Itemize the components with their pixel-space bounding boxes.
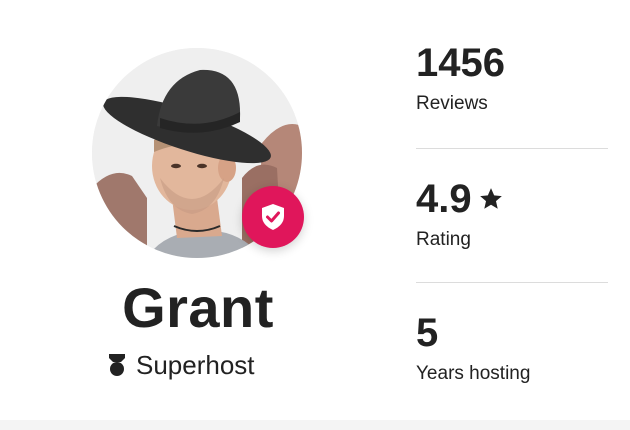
stat-reviews[interactable]: 1456 Reviews: [416, 40, 608, 116]
divider: [416, 282, 608, 283]
superhost-status: Superhost: [108, 348, 308, 382]
stat-value: 1456: [416, 40, 608, 86]
stat-rating[interactable]: 4.9 Rating: [416, 176, 608, 252]
avatar-container: [92, 48, 304, 258]
verified-badge[interactable]: [242, 186, 304, 248]
stat-label: Reviews: [416, 93, 488, 114]
stat-value: 4.9: [416, 176, 608, 222]
stat-label: Rating: [416, 229, 471, 250]
rating-value: 4.9: [416, 177, 472, 221]
host-name: Grant: [122, 276, 274, 339]
years-hosting-value: 5: [416, 311, 439, 355]
shield-check-icon: [262, 204, 284, 230]
stat-label: Years hosting: [416, 363, 531, 384]
divider: [416, 148, 608, 149]
reviews-count: 1456: [416, 41, 505, 85]
stat-years-hosting[interactable]: 5 Years hosting: [416, 310, 608, 386]
stat-value: 5: [416, 310, 608, 356]
host-profile-card: Grant Superhost 1456 Reviews 4.9 Rating …: [0, 0, 630, 420]
superhost-medal-icon: [109, 354, 125, 376]
star-icon: [479, 188, 502, 209]
superhost-label: Superhost: [136, 350, 255, 380]
